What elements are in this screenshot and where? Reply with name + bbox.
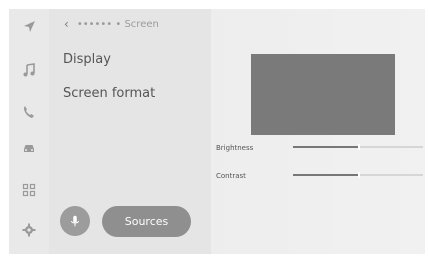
- side-rail: [9, 9, 49, 254]
- contrast-slider-fill: [293, 174, 358, 176]
- brightness-slider-fill: [293, 146, 358, 148]
- breadcrumb: ‹ •••••• • Screen: [64, 15, 159, 33]
- navigation-icon[interactable]: [19, 17, 39, 37]
- back-button[interactable]: ‹: [64, 18, 69, 30]
- car-icon[interactable]: [19, 138, 39, 158]
- phone-icon[interactable]: [19, 102, 39, 122]
- screen-preview: [251, 54, 395, 135]
- menu-item-screen-format[interactable]: Screen format: [63, 86, 155, 101]
- contrast-label: Contrast: [216, 172, 246, 180]
- menu-item-display[interactable]: Display: [63, 52, 111, 67]
- music-icon[interactable]: [19, 60, 39, 80]
- infotainment-screen: ‹ •••••• • Screen Display Screen format …: [9, 9, 425, 254]
- microphone-icon: [70, 215, 80, 227]
- settings-icon[interactable]: [19, 220, 39, 240]
- contrast-slider-thumb[interactable]: [358, 172, 360, 178]
- brightness-slider-thumb[interactable]: [358, 144, 360, 150]
- apps-icon[interactable]: [19, 180, 39, 200]
- brightness-label: Brightness: [216, 144, 254, 152]
- contrast-slider[interactable]: [293, 172, 423, 178]
- breadcrumb-text: •••••• • Screen: [76, 18, 159, 30]
- sources-button[interactable]: Sources: [102, 206, 191, 237]
- voice-button[interactable]: [60, 206, 90, 236]
- brightness-slider[interactable]: [293, 144, 423, 150]
